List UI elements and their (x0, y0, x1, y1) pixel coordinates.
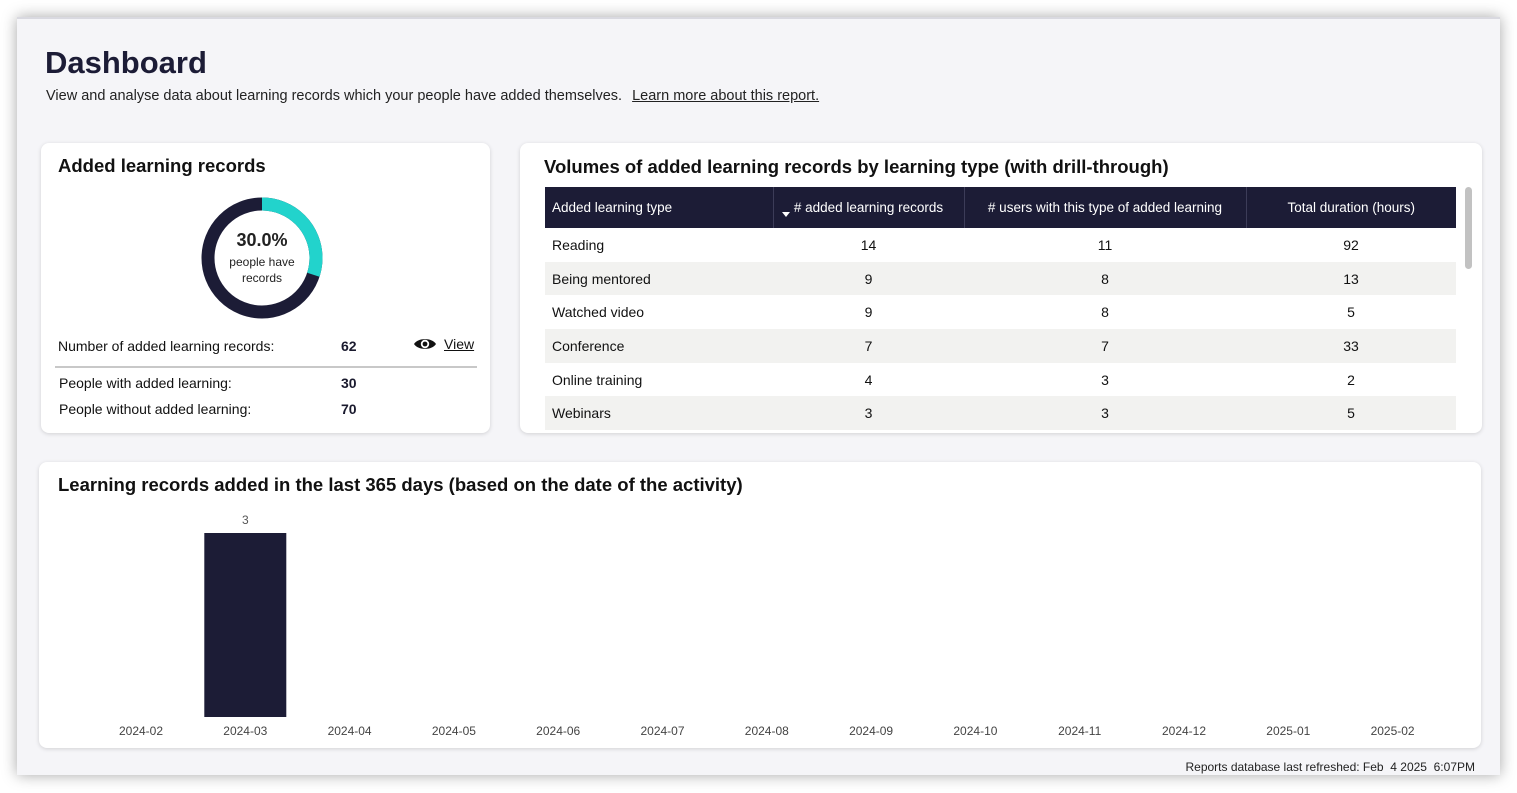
page-title: Dashboard (45, 45, 207, 80)
table-row[interactable]: Watched video 9 8 5 (545, 295, 1456, 329)
people-without-value: 70 (341, 401, 357, 417)
x-tick-label-2024-05: 2024-05 (432, 724, 476, 738)
number-of-records-value: 62 (341, 338, 357, 354)
cell-duration: 13 (1246, 261, 1456, 296)
x-tick-label-2024-06: 2024-06 (536, 724, 580, 738)
cell-learning-type: Conference (545, 329, 773, 363)
people-with-label: People with added learning: (59, 375, 232, 391)
cell-added-records: 7 (773, 329, 964, 363)
cell-users: 7 (964, 329, 1246, 363)
report-window: Dashboard View and analyse data about le… (17, 17, 1500, 775)
learn-more-link[interactable]: Learn more about this report. (632, 88, 819, 104)
cell-duration: 92 (1343, 236, 1359, 253)
refresh-note: Reports database last refreshed: Feb 4 2… (1185, 760, 1475, 774)
table-row[interactable]: Conference 7 7 33 (545, 329, 1456, 363)
cell-users: 11 (1097, 236, 1113, 253)
cell-users: 3 (964, 396, 1246, 430)
cell-duration: 33 (1246, 329, 1456, 363)
x-tick-label-2024-12: 2024-12 (1162, 724, 1206, 738)
x-tick-label-2025-02: 2025-02 (1371, 724, 1415, 738)
cell-duration: 2 (1347, 371, 1355, 388)
column-header-records[interactable]: # added learning records (773, 187, 965, 228)
x-tick-label-2024-09: 2024-09 (849, 724, 893, 738)
records-card-title: Added learning records (58, 155, 266, 176)
donut-center-label: 30.0% people have records (201, 197, 323, 319)
x-tick-label-2025-01: 2025-01 (1266, 724, 1310, 738)
cell-added-records: 9 (773, 261, 964, 296)
page-subtitle: View and analyse data about learning rec… (46, 88, 819, 104)
donut-percent: 30.0% (236, 230, 288, 250)
column-header-records-label: # added learning records (793, 200, 944, 215)
x-tick-label-2024-08: 2024-08 (745, 724, 789, 738)
subtitle-text: View and analyse data about learning rec… (46, 88, 623, 104)
column-header-duration[interactable]: Total duration (hours) (1246, 187, 1456, 228)
x-tick-label-2024-11: 2024-11 (1058, 724, 1101, 738)
eye-icon (414, 339, 436, 349)
table-row[interactable]: Online training 4 3 2 (545, 363, 1456, 397)
cell-added-records: 9 (864, 304, 873, 321)
stats-divider (55, 366, 477, 368)
table-scrollbar[interactable] (1465, 187, 1472, 269)
people-with-value: 30 (341, 375, 357, 391)
cell-users: 8 (964, 261, 1246, 296)
sort-descending-icon (781, 212, 790, 217)
column-header-users[interactable]: # users with this type of added learning (964, 187, 1247, 228)
cell-learning-type: Webinars (545, 396, 773, 430)
learning-type-volumes-card: Volumes of added learning records by lea… (520, 143, 1482, 433)
cell-learning-type: Watched video (552, 304, 645, 321)
x-tick-label-2024-07: 2024-07 (640, 724, 684, 738)
cell-learning-type: Online training (552, 371, 643, 388)
table-row[interactable]: Reading 14 11 92 (545, 228, 1456, 262)
cell-added-records: 3 (773, 396, 964, 430)
cell-added-records: 4 (864, 371, 873, 388)
cell-users: 3 (1101, 371, 1109, 388)
table-scroll-area[interactable]: Added learning type # added learning rec… (545, 187, 1456, 430)
records-bar-chart: 2024-02 3 2024-03 2024-04 2024-05 2024-06 2024… (119, 513, 1415, 738)
cell-duration: 5 (1347, 304, 1355, 321)
people-without-label: People without added learning: (59, 401, 252, 417)
cell-users: 8 (1101, 304, 1109, 321)
x-tick-label-2024-04: 2024-04 (328, 724, 372, 738)
table-header-row: Added learning type # added learning rec… (545, 187, 1456, 228)
table-card-title: Volumes of added learning records by lea… (544, 156, 1169, 177)
cell-learning-type: Being mentored (545, 261, 773, 296)
cell-learning-type: Reading (552, 236, 605, 253)
x-tick-label-2024-10: 2024-10 (953, 724, 997, 738)
learning-type-table: Added learning type # added learning rec… (545, 187, 1456, 430)
data-label-2024-03: 3 (242, 513, 249, 527)
x-tick-label-2024-02: 2024-02 (119, 724, 163, 738)
number-of-records-label: Number of added learning records: (58, 338, 275, 354)
cell-added-records: 14 (860, 236, 877, 253)
column-header-type[interactable]: Added learning type (545, 187, 774, 228)
view-link-label: View (444, 336, 475, 352)
x-tick-label-2024-03: 2024-03 (223, 724, 267, 738)
added-learning-records-card: Added learning records 30.0% people have… (41, 143, 490, 433)
table-row[interactable]: Being mentored 9 8 13 (545, 261, 1456, 296)
table-row[interactable]: Webinars 3 3 5 (545, 396, 1456, 430)
cell-duration: 5 (1246, 396, 1456, 430)
records-over-time-card: Learning records added in the last 365 d… (39, 462, 1481, 748)
view-records-link[interactable]: View (413, 336, 474, 352)
donut-caption: people have records (229, 255, 295, 285)
bar-2024-03[interactable] (204, 533, 287, 717)
